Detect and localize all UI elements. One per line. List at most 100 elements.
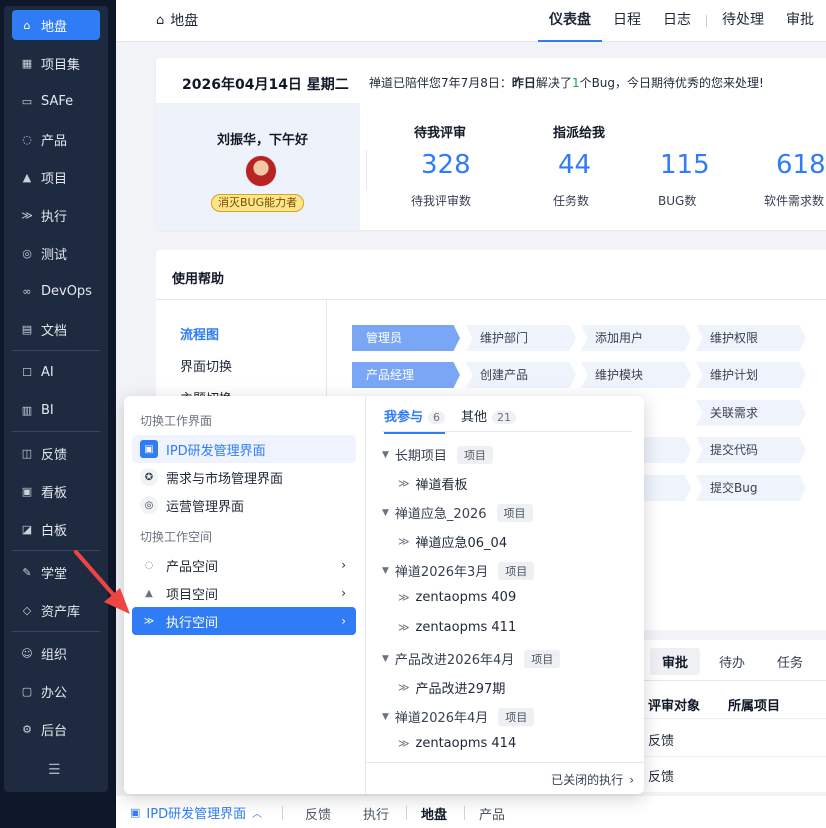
project-group[interactable]: ▼ 禅道2026年4月 项目 — [382, 707, 535, 726]
sidebar-item-execution[interactable]: ≫ 执行 — [12, 200, 100, 230]
bottom-tab-product[interactable]: 产品 — [479, 804, 505, 823]
workspace-switch-popup: 切换工作界面 ▣ IPD研发管理界面 ✪ 需求与市场管理界面 ◎ 运营管理界面 切换工… — [124, 396, 644, 794]
sidebar-item-kanban[interactable]: ▣ 看板 — [12, 476, 100, 506]
run-icon: ≫ — [398, 621, 410, 634]
space-option-product[interactable]: ◌ 产品空间 › — [132, 551, 356, 579]
table-cell[interactable]: 反馈 — [648, 766, 674, 785]
stat-story-count[interactable]: 618 — [776, 150, 826, 180]
chevron-down-icon: ▼ — [382, 565, 389, 576]
sidebar-item-test[interactable]: ◎ 测试 — [12, 238, 100, 268]
panel-divider — [636, 680, 826, 681]
bottom-tab-feedback[interactable]: 反馈 — [305, 804, 331, 823]
execution-list: 我参与 6 其他 21 ▼ 长期项目 项目 ≫ 禅道看板 ▼ 禅道应急_2026 项目 ≫ 禅道… — [366, 396, 644, 794]
sidebar-item-assetlib[interactable]: ◇ 资产库 — [12, 595, 100, 625]
tab-approval[interactable]: 审批 — [775, 0, 825, 42]
collapse-sidebar-icon[interactable]: ☰ — [48, 762, 61, 778]
tab-log[interactable]: 日志 — [652, 0, 702, 42]
execution-item[interactable]: ≫ zentaopms 409 — [398, 590, 516, 605]
project-group[interactable]: ▼ 产品改进2026年4月 项目 — [382, 649, 561, 668]
chevron-right-icon: › — [341, 558, 346, 572]
flow-role-pm[interactable]: 产品经理 — [352, 362, 460, 388]
tab-other[interactable]: 其他 21 — [461, 406, 517, 434]
project-group[interactable]: ▼ 长期项目 项目 — [382, 445, 493, 464]
flow-role-admin[interactable]: 管理员 — [352, 325, 460, 351]
tab-todo[interactable]: 待处理 — [711, 0, 775, 42]
chevron-down-icon: ▼ — [382, 711, 389, 722]
project-group[interactable]: ▼ 禅道2026年3月 项目 — [382, 561, 535, 580]
tab-calendar[interactable]: 日程 — [602, 0, 652, 42]
project-group[interactable]: ▼ 禅道应急_2026 项目 — [382, 503, 533, 522]
execution-item[interactable]: ≫ 禅道看板 — [398, 474, 468, 493]
ui-option-market[interactable]: ✪ 需求与市场管理界面 — [132, 463, 356, 491]
sidebar-item-office[interactable]: ▢ 办公 — [12, 676, 100, 706]
monitor-icon: ▣ — [130, 806, 141, 819]
workspace-switch-button[interactable]: ▣ IPD研发管理界面 ︿ — [130, 803, 262, 822]
tabs-divider — [382, 431, 632, 432]
space-option-project[interactable]: ▲ 项目空间 › — [132, 579, 356, 607]
people-icon: ☺ — [21, 646, 33, 660]
flow-step[interactable]: 提交代码 — [696, 437, 806, 463]
sidebar-footer — [0, 792, 116, 828]
stat-task-count[interactable]: 44 — [558, 150, 591, 180]
sidebar-item-school[interactable]: ✎ 学堂 — [12, 557, 100, 587]
flow-step[interactable]: 维护部门 — [466, 325, 576, 351]
flow-step[interactable]: 提交Bug — [696, 475, 806, 501]
user-card: 刘振华，下午好 消灭BUG能力者 — [156, 103, 360, 230]
flow-step[interactable]: 创建产品 — [466, 362, 576, 388]
breadcrumb: ⌂ 地盘 — [156, 12, 199, 30]
bottom-divider — [406, 806, 407, 820]
sidebar-item-project[interactable]: ▲ 项目 — [12, 162, 100, 192]
table-cell[interactable]: 反馈 — [648, 730, 674, 749]
sidebar-item-safe[interactable]: ▭ SAFe — [12, 86, 100, 116]
closed-executions-link[interactable]: 已关闭的执行 › — [551, 771, 634, 788]
stat-review-count[interactable]: 328 — [421, 150, 471, 180]
sidebar-item-feedback[interactable]: ◫ 反馈 — [12, 438, 100, 468]
flow-step[interactable]: 维护权限 — [696, 325, 806, 351]
switch-ui-title: 切换工作界面 — [140, 414, 213, 428]
flow-step[interactable]: 关联需求 — [696, 400, 806, 426]
help-title: 使用帮助 — [172, 272, 225, 287]
tab-mine[interactable]: 我参与 6 — [384, 406, 446, 434]
stat-bug-count[interactable]: 115 — [660, 150, 710, 180]
sidebar-item-bi[interactable]: ▥ BI — [12, 395, 100, 425]
sidebar-item-admin[interactable]: ⚙ 后台 — [12, 714, 100, 744]
sidebar-item-ai[interactable]: ☐ AI — [12, 357, 100, 387]
execution-item[interactable]: ≫ 禅道应急06_04 — [398, 532, 507, 551]
tab-dashboard[interactable]: 仪表盘 — [538, 0, 602, 42]
ui-option-ipd[interactable]: ▣ IPD研发管理界面 — [132, 435, 356, 463]
avatar[interactable] — [245, 155, 277, 187]
sidebar-item-whiteboard[interactable]: ◪ 白板 — [12, 514, 100, 544]
tab-divider — [706, 15, 707, 27]
sidebar-item-org[interactable]: ☺ 组织 — [12, 638, 100, 668]
ui-option-operation[interactable]: ◎ 运营管理界面 — [132, 491, 356, 519]
execution-item[interactable]: ≫ zentaopms 411 — [398, 620, 516, 635]
review-heading: 待我评审 — [414, 126, 467, 141]
tab-todo[interactable]: 待办 — [719, 652, 745, 671]
robot-icon: ☐ — [22, 365, 32, 379]
bottom-tab-execution[interactable]: 执行 — [363, 804, 389, 823]
sidebar-item-program[interactable]: ▦ 项目集 — [12, 48, 100, 78]
tab-approval[interactable]: 审批 — [650, 648, 701, 675]
sidebar-item-product[interactable]: ◌ 产品 — [12, 124, 100, 154]
diamond-icon: ◇ — [22, 603, 32, 617]
row-divider — [636, 756, 826, 757]
flow-step[interactable]: 维护计划 — [696, 362, 806, 388]
flow-step[interactable]: 维护模块 — [581, 362, 691, 388]
space-option-execution[interactable]: ≫ 执行空间 › — [132, 607, 356, 635]
feedback-icon: ◫ — [21, 446, 33, 460]
sidebar-item-doc[interactable]: ▤ 文档 — [12, 314, 100, 344]
sidebar-item-devops[interactable]: ∞ DevOps — [12, 276, 100, 306]
help-nav-flowchart[interactable]: 流程图 — [180, 324, 219, 343]
bottom-tab-dashboard[interactable]: 地盘 — [421, 804, 447, 823]
kanban-icon: ▣ — [21, 484, 33, 498]
flow-step[interactable]: 添加用户 — [581, 325, 691, 351]
help-nav-ui-switch[interactable]: 界面切换 — [180, 356, 232, 375]
chevron-up-icon: ︿ — [252, 809, 263, 820]
sidebar-divider — [12, 631, 100, 632]
infinity-icon: ∞ — [22, 284, 32, 298]
execution-item[interactable]: ≫ zentaopms 414 — [398, 736, 516, 751]
bottom-divider — [464, 806, 465, 820]
execution-item[interactable]: ≫ 产品改进297期 — [398, 678, 505, 697]
sidebar-item-dashboard[interactable]: ⌂ 地盘 — [12, 10, 100, 40]
tab-task[interactable]: 任务 — [777, 652, 803, 671]
